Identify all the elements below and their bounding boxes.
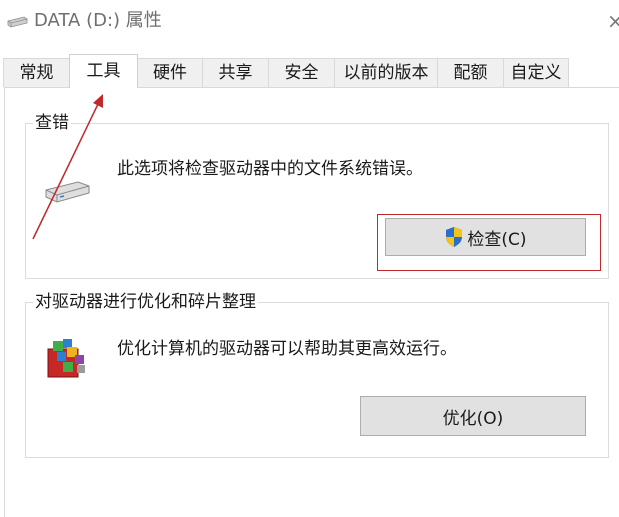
title-bar: DATA (D:) 属性 × xyxy=(0,0,619,44)
tab-hardware[interactable]: 硬件 xyxy=(137,58,203,87)
tab-general[interactable]: 常规 xyxy=(3,58,70,87)
tab-tools[interactable]: 工具 xyxy=(69,54,138,88)
optimize-label: 对驱动器进行优化和碎片整理 xyxy=(33,292,258,312)
optimize-button[interactable]: 优化(O) xyxy=(360,396,586,436)
tab-quota[interactable]: 配额 xyxy=(437,58,504,87)
window-title: DATA (D:) 属性 xyxy=(34,10,162,31)
optimize-button-label: 优化(O) xyxy=(442,408,504,429)
tab-strip: 常规 工具 硬件 共享 安全 以前的版本 配额 自定义 xyxy=(0,54,619,88)
defrag-icon xyxy=(47,339,85,378)
check-button[interactable]: 检查(C) xyxy=(385,218,586,256)
tab-previous-versions[interactable]: 以前的版本 xyxy=(334,58,438,87)
error-check-label: 查错 xyxy=(33,113,71,133)
optimize-description: 优化计算机的驱动器可以帮助其更高效运行。 xyxy=(117,339,457,359)
drive-icon xyxy=(7,16,28,28)
uac-shield-icon xyxy=(446,227,463,247)
tab-security[interactable]: 安全 xyxy=(268,58,335,87)
tab-customize[interactable]: 自定义 xyxy=(503,58,569,87)
drive-icon xyxy=(45,181,90,203)
tab-sharing[interactable]: 共享 xyxy=(202,58,269,87)
close-icon[interactable]: × xyxy=(607,9,619,33)
error-check-description: 此选项将检查驱动器中的文件系统错误。 xyxy=(117,159,423,179)
check-button-label: 检查(C) xyxy=(467,229,527,250)
